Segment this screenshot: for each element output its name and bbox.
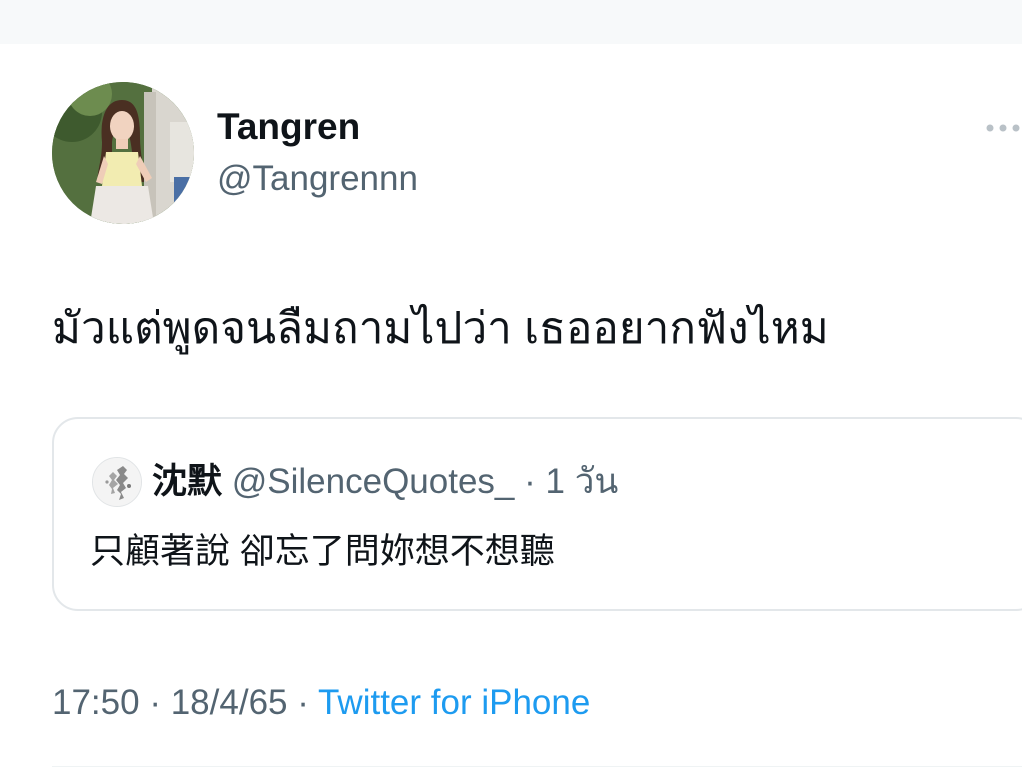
author-display-name[interactable]: Tangren [217, 104, 360, 150]
top-status-strip [0, 0, 1022, 44]
quoted-tweet-header: 沈默 @SilenceQuotes_ · 1 วัน [152, 459, 618, 505]
tweet-source-link[interactable]: Twitter for iPhone [318, 683, 590, 722]
more-horizontal-icon[interactable] [984, 118, 1022, 138]
calligraphy-avatar-icon [93, 458, 141, 506]
tweet-date[interactable]: 18/4/65 [171, 683, 288, 722]
quoted-tweet-text: 只顧著說 卻忘了問妳想不想聽 [90, 532, 555, 571]
meta-separator: · [149, 683, 161, 722]
quoted-author-handle[interactable]: @SilenceQuotes_ [232, 462, 515, 501]
author-handle[interactable]: @Tangrennn [217, 156, 418, 202]
tweet-text: มัวแต่พูดจนลืมถามไปว่า เธออยากฟังไหม [52, 304, 829, 353]
tweet-time[interactable]: 17:50 [52, 683, 140, 722]
profile-photo-icon [52, 82, 194, 224]
meta-separator: · [297, 683, 309, 722]
author-avatar[interactable] [52, 82, 194, 224]
quoted-timestamp[interactable]: 1 วัน [546, 462, 619, 501]
quoted-separator: · [524, 462, 536, 501]
quoted-author-avatar[interactable] [92, 457, 142, 507]
quoted-author-name[interactable]: 沈默 [152, 462, 222, 501]
divider [52, 766, 1022, 767]
quoted-tweet-card[interactable]: 沈默 @SilenceQuotes_ · 1 วัน 只顧著說 卻忘了問妳想不想… [52, 417, 1022, 611]
tweet-meta: 17:50 · 18/4/65 · Twitter for iPhone [52, 680, 590, 726]
